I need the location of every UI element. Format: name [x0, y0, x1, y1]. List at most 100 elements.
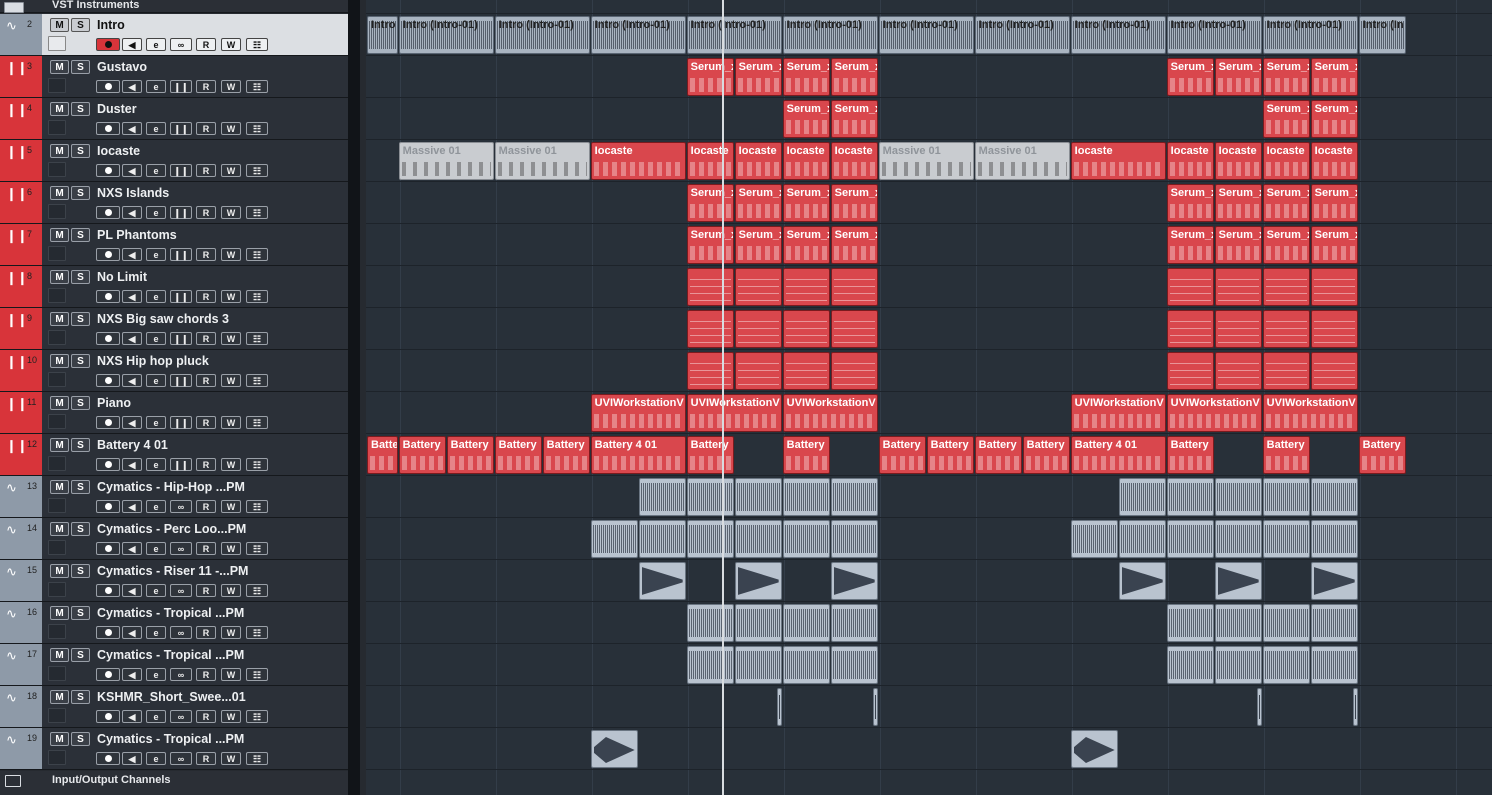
audio-event[interactable]: Intro (Intro-01)	[590, 16, 686, 54]
channel-strip-icon[interactable]: ☷	[246, 80, 268, 93]
audio-event[interactable]	[638, 520, 686, 558]
track-color-strip[interactable]: ∿ 17	[0, 644, 42, 685]
channel-strip-icon[interactable]: ☷	[246, 206, 268, 219]
edit-instrument-button[interactable]: e	[146, 710, 166, 723]
solo-button[interactable]: S	[71, 396, 90, 410]
midi-part[interactable]: Serum_x	[782, 184, 830, 222]
mute-button[interactable]: M	[50, 18, 69, 32]
lanes-toggle[interactable]	[48, 750, 66, 765]
read-automation-button[interactable]: R	[196, 710, 216, 723]
audio-event[interactable]	[1310, 604, 1358, 642]
audio-event[interactable]	[686, 520, 734, 558]
solo-button[interactable]: S	[71, 522, 90, 536]
solo-button[interactable]: S	[71, 648, 90, 662]
track-list-divider[interactable]	[348, 0, 360, 795]
midi-part[interactable]: Iocaste	[1310, 142, 1358, 180]
midi-part[interactable]: Massive 01	[974, 142, 1070, 180]
midi-part[interactable]: Serum_x	[1262, 58, 1310, 96]
track-row[interactable]: ∿ 13 M S Cymatics - Hip-Hop ...PM ◀ e ∞ R W ☷	[0, 476, 360, 518]
piano-roll-icon[interactable]: ❙❙	[170, 206, 192, 219]
midi-part[interactable]	[734, 268, 782, 306]
edit-instrument-button[interactable]: e	[146, 374, 166, 387]
audio-event[interactable]	[1262, 646, 1310, 684]
audio-event[interactable]	[1070, 520, 1118, 558]
track-row[interactable]: ❙❙ 4 M S Duster ◀ e ❙❙ R W ☷	[0, 98, 360, 140]
lanes-toggle[interactable]	[48, 666, 66, 681]
audio-event[interactable]: Intro (Intro-01)	[782, 16, 878, 54]
channel-strip-icon[interactable]: ☷	[246, 626, 268, 639]
audio-event[interactable]: Intro (In	[367, 16, 398, 54]
midi-part[interactable]: Serum_x	[830, 226, 878, 264]
record-enable-button[interactable]	[96, 374, 120, 387]
audio-event[interactable]	[1118, 520, 1166, 558]
channel-strip-icon[interactable]: ☷	[246, 668, 268, 681]
monitor-button[interactable]: ◀	[122, 584, 142, 597]
channel-strip-icon[interactable]: ☷	[246, 752, 268, 765]
audio-event[interactable]	[1166, 478, 1214, 516]
midi-part[interactable]	[830, 268, 878, 306]
audio-event[interactable]: Intro (In	[1358, 16, 1406, 54]
midi-part[interactable]	[1262, 352, 1310, 390]
monitor-button[interactable]: ◀	[122, 458, 142, 471]
track-name[interactable]: Iocaste	[97, 144, 140, 158]
monitor-button[interactable]: ◀	[122, 80, 142, 93]
mute-button[interactable]: M	[50, 480, 69, 494]
midi-part[interactable]	[686, 352, 734, 390]
track-color-strip[interactable]: ∿ 18	[0, 686, 42, 727]
audio-event[interactable]	[830, 604, 878, 642]
midi-part[interactable]	[1262, 310, 1310, 348]
lanes-toggle[interactable]	[48, 372, 66, 387]
monitor-button[interactable]: ◀	[122, 710, 142, 723]
audio-event[interactable]	[1214, 520, 1262, 558]
midi-part[interactable]: Battery	[398, 436, 446, 474]
mute-button[interactable]: M	[50, 606, 69, 620]
write-automation-button[interactable]: W	[221, 80, 241, 93]
audio-event[interactable]	[782, 604, 830, 642]
track-color-strip[interactable]: ∿ 2	[0, 14, 42, 55]
track-name[interactable]: Cymatics - Tropical ...PM	[97, 606, 244, 620]
channel-strip-icon[interactable]: ☷	[246, 500, 268, 513]
track-color-strip[interactable]: ❙❙ 6	[0, 182, 42, 223]
read-automation-button[interactable]: R	[196, 542, 216, 555]
solo-button[interactable]: S	[71, 354, 90, 368]
mute-button[interactable]: M	[50, 186, 69, 200]
write-automation-button[interactable]: W	[221, 752, 241, 765]
midi-part[interactable]	[1214, 268, 1262, 306]
track-row[interactable]: ❙❙ 11 M S Piano ◀ e ❙❙ R W ☷	[0, 392, 360, 434]
record-enable-button[interactable]	[96, 248, 120, 261]
edit-instrument-button[interactable]: e	[146, 458, 166, 471]
track-color-strip[interactable]: ∿ 16	[0, 602, 42, 643]
lanes-toggle[interactable]	[48, 708, 66, 723]
audio-event[interactable]	[1214, 646, 1262, 684]
audio-event[interactable]	[1352, 688, 1358, 726]
lanes-toggle[interactable]	[48, 246, 66, 261]
read-automation-button[interactable]: R	[196, 416, 216, 429]
audio-event[interactable]	[782, 646, 830, 684]
solo-button[interactable]: S	[71, 144, 90, 158]
channel-strip-icon[interactable]: ☷	[246, 374, 268, 387]
edit-instrument-button[interactable]: e	[146, 584, 166, 597]
midi-part[interactable]: Serum_x	[734, 226, 782, 264]
track-row[interactable]: ∿ 14 M S Cymatics - Perc Loo...PM ◀ e ∞ R W ☷	[0, 518, 360, 560]
audio-event[interactable]	[830, 562, 878, 600]
track-row[interactable]: ∿ 18 M S KSHMR_Short_Swee...01 ◀ e ∞ R W ☷	[0, 686, 360, 728]
edit-instrument-button[interactable]: e	[146, 122, 166, 135]
track-name[interactable]: Cymatics - Tropical ...PM	[97, 648, 244, 662]
track-color-strip[interactable]: ∿ 15	[0, 560, 42, 601]
midi-part[interactable]: Serum_x	[1262, 100, 1310, 138]
read-automation-button[interactable]: R	[196, 206, 216, 219]
mute-button[interactable]: M	[50, 438, 69, 452]
mute-button[interactable]: M	[50, 312, 69, 326]
midi-part[interactable]: Serum_x	[782, 100, 830, 138]
solo-button[interactable]: S	[71, 228, 90, 242]
track-name[interactable]: NXS Hip hop pluck	[97, 354, 209, 368]
piano-roll-icon[interactable]: ❙❙	[170, 290, 192, 303]
audio-event[interactable]	[638, 562, 686, 600]
edit-instrument-button[interactable]: e	[146, 206, 166, 219]
mute-button[interactable]: M	[50, 396, 69, 410]
audio-event[interactable]	[1166, 646, 1214, 684]
midi-part[interactable]	[1166, 352, 1214, 390]
track-name[interactable]: NXS Islands	[97, 186, 169, 200]
piano-roll-icon[interactable]: ❙❙	[170, 164, 192, 177]
midi-part[interactable]: UVIWorkstationV	[1262, 394, 1358, 432]
